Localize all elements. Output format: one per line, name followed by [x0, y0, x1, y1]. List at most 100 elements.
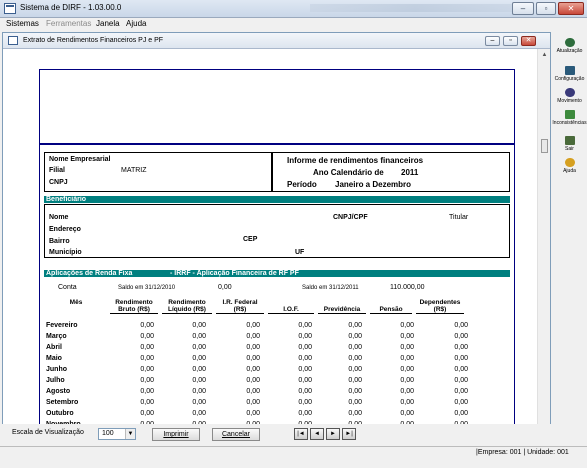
value-cell: 0,00 [400, 366, 414, 373]
config-icon [564, 66, 575, 75]
child-close-button[interactable]: ✕ [521, 36, 536, 46]
table-row: Maio 0,00 0,00 0,00 0,00 0,00 0,00 0,00 [46, 353, 468, 364]
nome-empresarial-label: Nome Empresarial [49, 156, 111, 163]
escala-value: 100 [102, 430, 114, 437]
child-minimize-button[interactable]: – [485, 36, 500, 46]
tool-sair[interactable]: Sair [552, 136, 587, 152]
menu-janela[interactable]: Janela [96, 19, 120, 28]
bairro-label: Bairro [49, 238, 70, 245]
report-page: Nome Empresarial Filial MATRIZ CNPJ Info… [39, 69, 515, 456]
value-cell: 0,00 [246, 333, 260, 340]
table-row: Setembro 0,00 0,00 0,00 0,00 0,00 0,00 0,00 [46, 397, 468, 408]
value-cell: 0,00 [454, 399, 468, 406]
value-cell: 0,00 [400, 410, 414, 417]
value-cell: 0,00 [348, 377, 362, 384]
tool-ajuda[interactable]: Ajuda [552, 158, 587, 174]
header-pensao: Pensão [370, 299, 412, 314]
month-label: Fevereiro [46, 322, 78, 329]
value-cell: 0,00 [400, 355, 414, 362]
tool-configuracao[interactable]: Configuração [552, 66, 587, 82]
refresh-icon [564, 38, 575, 47]
child-restore-button[interactable]: ▫ [503, 36, 518, 46]
periodo-value: Janeiro a Dezembro [335, 180, 412, 189]
report-window: Extrato de Rendimentos Financeiros PJ e … [2, 32, 551, 456]
prev-page-button[interactable]: ◄ [310, 428, 324, 440]
escala-select[interactable]: 100 ▼ [98, 428, 136, 440]
value-cell: 0,00 [348, 355, 362, 362]
first-page-button[interactable]: |◄ [294, 428, 308, 440]
imprimir-button[interactable]: Imprimir [152, 428, 200, 441]
informe-title: Informe de rendimentos financeiros [287, 156, 424, 165]
value-cell: 0,00 [348, 344, 362, 351]
minimize-button[interactable]: – [512, 2, 534, 15]
next-page-button[interactable]: ► [326, 428, 340, 440]
close-button[interactable]: ✕ [558, 2, 584, 15]
vertical-scrollbar[interactable]: ▲ ▼ [537, 49, 550, 443]
value-cell: 0,00 [192, 399, 206, 406]
nome-label: Nome [49, 214, 69, 221]
flag-icon [564, 110, 575, 119]
aplicacoes-sub-label: - IRRF - Aplicação Financeira de RF PF [170, 270, 299, 277]
scroll-thumb[interactable] [541, 139, 548, 153]
header-rule [40, 143, 514, 145]
value-cell: 0,00 [192, 322, 206, 329]
tool-movimento[interactable]: Movimento [552, 88, 587, 104]
value-cell: 0,00 [348, 366, 362, 373]
exit-icon [564, 136, 575, 145]
movimento-icon [564, 88, 575, 97]
filial-value: MATRIZ [121, 167, 147, 174]
chevron-down-icon[interactable]: ▼ [125, 429, 135, 439]
value-cell: 0,00 [298, 355, 312, 362]
value-cell: 0,00 [298, 366, 312, 373]
month-label: Março [46, 333, 67, 340]
ano-value: 2011 [401, 168, 419, 177]
table-row: Fevereiro 0,00 0,00 0,00 0,00 0,00 0,00 0,00 [46, 320, 468, 331]
value-cell: 0,00 [140, 344, 154, 351]
value-cell: 0,00 [192, 333, 206, 340]
tool-ajuda-label: Ajuda [563, 168, 576, 174]
month-label: Agosto [46, 388, 71, 395]
value-cell: 0,00 [298, 388, 312, 395]
taskbar-ghost [310, 4, 520, 12]
last-page-button[interactable]: ►| [342, 428, 356, 440]
table-row: Agosto 0,00 0,00 0,00 0,00 0,00 0,00 0,00 [46, 386, 468, 397]
saldo-2010-value: 0,00 [218, 284, 232, 291]
titular-label: Titular [449, 214, 469, 221]
header-ir-federal: I.R. Federal (R$) [216, 299, 264, 314]
tool-atualizacao[interactable]: Atualização [552, 38, 587, 54]
value-cell: 0,00 [298, 322, 312, 329]
saldo-2011-label: Saldo em 31/12/2011 [302, 285, 359, 291]
menu-sistemas[interactable]: Sistemas [6, 19, 39, 28]
value-cell: 0,00 [246, 344, 260, 351]
conta-label: Conta [58, 284, 77, 291]
menu-ferramentas[interactable]: Ferramentas [46, 19, 91, 28]
window-title: Sistema de DIRF - 1.03.00.0 [20, 3, 122, 12]
menu-ajuda[interactable]: Ajuda [126, 19, 146, 28]
value-cell: 0,00 [400, 333, 414, 340]
value-cell: 0,00 [298, 399, 312, 406]
help-icon [564, 158, 575, 167]
cancelar-button[interactable]: Cancelar [212, 428, 260, 441]
value-cell: 0,00 [140, 399, 154, 406]
value-cell: 0,00 [348, 410, 362, 417]
table-row: Junho 0,00 0,00 0,00 0,00 0,00 0,00 0,00 [46, 364, 468, 375]
menu-bar: Sistemas Ferramentas Janela Ajuda [0, 18, 587, 30]
endereco-label: Endereço [49, 226, 81, 233]
value-cell: 0,00 [400, 399, 414, 406]
value-cell: 0,00 [192, 344, 206, 351]
value-cell: 0,00 [454, 388, 468, 395]
value-cell: 0,00 [348, 322, 362, 329]
value-cell: 0,00 [400, 377, 414, 384]
scroll-up-icon[interactable]: ▲ [540, 51, 549, 60]
tool-configuracao-label: Configuração [554, 76, 585, 82]
table-row: Março 0,00 0,00 0,00 0,00 0,00 0,00 0,00 [46, 331, 468, 342]
cep-label: CEP [243, 236, 258, 243]
value-cell: 0,00 [348, 388, 362, 395]
value-cell: 0,00 [140, 355, 154, 362]
header-dependentes: Dependentes (R$) [416, 299, 464, 314]
maximize-button[interactable]: ▫ [536, 2, 556, 15]
tool-inconsistencias[interactable]: Inconsistências [552, 110, 587, 126]
beneficiario-band: Beneficiário [44, 196, 510, 203]
month-label: Maio [46, 355, 62, 362]
escala-label: Escala de Visualização [12, 429, 84, 436]
